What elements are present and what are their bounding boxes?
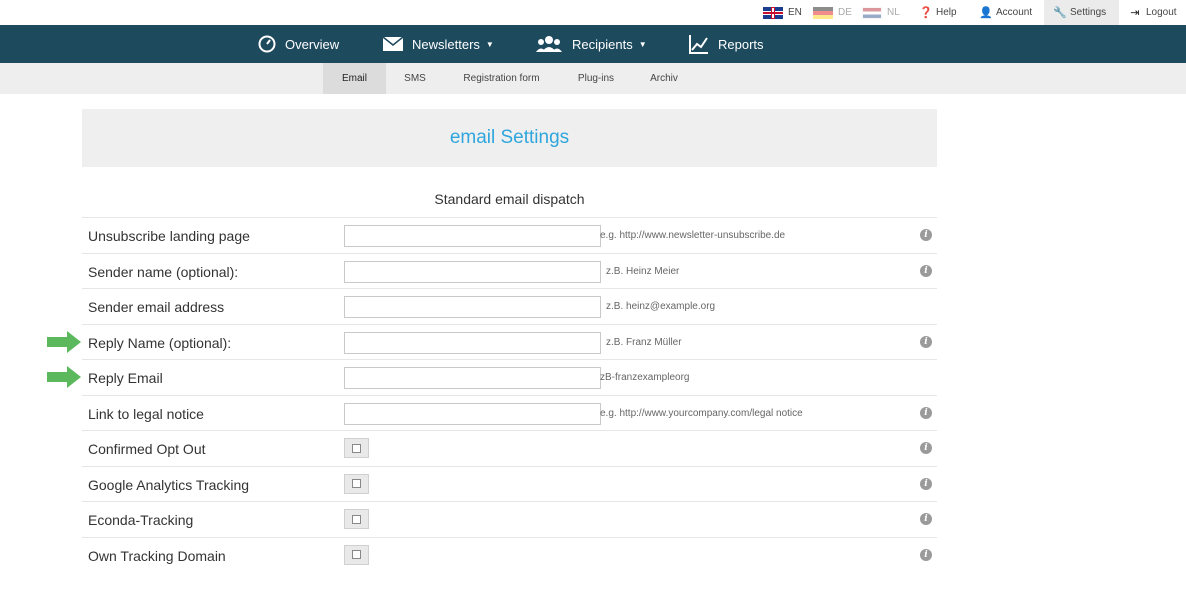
chevron-down-icon: ▼ bbox=[638, 39, 647, 49]
tab-archiv[interactable]: Archiv bbox=[636, 63, 692, 94]
sub-navigation: Email SMS Registration form Plug-ins Arc… bbox=[0, 63, 1186, 94]
form-row-sender-name: Sender name (optional): z.B. Heinz Meier… bbox=[82, 252, 937, 289]
field-label: Reply Name (optional): bbox=[88, 334, 232, 351]
language-en-label: EN bbox=[788, 7, 802, 18]
econda-tracking-checkbox[interactable] bbox=[344, 509, 369, 529]
field-label: Unsubscribe landing page bbox=[88, 228, 250, 244]
field-hint: zB-franzexampleorg bbox=[600, 372, 690, 383]
tab-sms[interactable]: SMS bbox=[390, 63, 440, 94]
info-icon[interactable]: i bbox=[920, 229, 932, 241]
logout-link[interactable]: ⇥ Logout bbox=[1129, 0, 1177, 25]
nav-newsletters-label: Newsletters bbox=[412, 36, 480, 52]
field-label: Reply Email bbox=[88, 370, 163, 386]
nav-reports[interactable]: Reports bbox=[689, 25, 764, 63]
info-icon[interactable]: i bbox=[920, 406, 932, 419]
form-row-reply-email: Reply Email zB-franzexampleorg bbox=[82, 359, 937, 395]
language-nl-label: NL bbox=[887, 7, 900, 18]
settings-link[interactable]: 🔧 Settings bbox=[1044, 0, 1119, 25]
info-icon[interactable]: i bbox=[920, 513, 932, 525]
form-row-sender-email: Sender email address z.B. heinz@example.… bbox=[82, 288, 937, 324]
sender-name-input[interactable] bbox=[344, 260, 601, 283]
unsubscribe-landing-page-input[interactable] bbox=[344, 225, 601, 247]
user-icon: 👤 bbox=[979, 7, 993, 19]
form-row-own-tracking-domain: Own Tracking Domain i bbox=[82, 536, 937, 573]
nav-overview-label: Overview bbox=[285, 36, 340, 52]
legal-notice-input[interactable] bbox=[344, 402, 601, 425]
account-label: Account bbox=[996, 7, 1033, 18]
reply-email-input[interactable] bbox=[344, 367, 601, 389]
field-label: Confirmed Opt Out bbox=[88, 441, 206, 457]
info-icon[interactable]: i bbox=[920, 442, 932, 454]
language-de-label: DE bbox=[838, 7, 852, 18]
nav-recipients-label: Recipients bbox=[572, 36, 633, 52]
field-hint: e.g. http://www.newsletter-unsubscribe.d… bbox=[600, 230, 786, 241]
settings-label: Settings bbox=[1070, 7, 1107, 18]
confirmed-opt-out-checkbox[interactable] bbox=[344, 438, 369, 458]
chevron-down-icon: ▼ bbox=[485, 39, 494, 49]
field-hint: z.B. Franz Müller bbox=[606, 336, 682, 348]
settings-form: Unsubscribe landing page e.g. http://www… bbox=[82, 217, 937, 572]
reply-name-input[interactable] bbox=[344, 331, 601, 354]
form-row-econda-tracking: Econda-Tracking i bbox=[82, 501, 937, 537]
wrench-icon: 🔧 bbox=[1053, 7, 1067, 19]
envelope-icon bbox=[383, 37, 403, 51]
field-label: Sender name (optional): bbox=[88, 263, 239, 280]
info-icon[interactable]: i bbox=[920, 335, 932, 348]
chart-icon bbox=[689, 35, 708, 54]
info-icon[interactable]: i bbox=[920, 477, 932, 490]
nav-newsletters[interactable]: Newsletters ▼ bbox=[383, 25, 494, 63]
page-header-panel: email Settings bbox=[82, 109, 937, 167]
form-row-legal-notice: Link to legal notice e.g. http://www.you… bbox=[82, 394, 937, 431]
form-row-confirmed-opt-out: Confirmed Opt Out i bbox=[82, 430, 937, 466]
google-analytics-checkbox[interactable] bbox=[344, 473, 369, 494]
form-row-unsubscribe: Unsubscribe landing page e.g. http://www… bbox=[82, 217, 937, 253]
tab-email[interactable]: Email bbox=[323, 63, 386, 94]
field-label: Google Analytics Tracking bbox=[88, 476, 250, 493]
germany-flag-icon bbox=[813, 6, 833, 19]
sender-email-input[interactable] bbox=[344, 296, 601, 318]
form-row-reply-name: Reply Name (optional): z.B. Franz Müller… bbox=[82, 323, 937, 360]
field-hint: z.B. Heinz Meier bbox=[606, 265, 680, 277]
language-de[interactable]: DE bbox=[813, 0, 852, 25]
nav-recipients[interactable]: Recipients ▼ bbox=[535, 25, 647, 63]
field-hint: e.g. http://www.yourcompany.com/legal no… bbox=[600, 407, 803, 419]
field-label: Own Tracking Domain bbox=[88, 547, 226, 564]
account-link[interactable]: 👤 Account bbox=[979, 0, 1032, 25]
field-label: Link to legal notice bbox=[88, 405, 204, 422]
info-icon[interactable]: i bbox=[920, 264, 932, 277]
arrow-right-icon bbox=[47, 366, 81, 388]
language-en[interactable]: EN bbox=[763, 0, 802, 25]
info-icon[interactable]: i bbox=[920, 548, 932, 561]
tab-plug-ins[interactable]: Plug-ins bbox=[565, 63, 627, 94]
own-tracking-domain-checkbox[interactable] bbox=[344, 544, 369, 565]
section-title: Standard email dispatch bbox=[434, 191, 585, 207]
language-nl[interactable]: NL bbox=[862, 0, 900, 25]
top-utility-bar: EN DE NL ❓ Help 👤 Account 🔧 Settings ⇥ L… bbox=[0, 0, 1186, 25]
uk-flag-icon bbox=[763, 6, 783, 19]
field-hint: z.B. heinz@example.org bbox=[606, 301, 716, 312]
speedometer-icon bbox=[258, 35, 276, 53]
page-title: email Settings bbox=[449, 127, 570, 148]
field-label: Econda-Tracking bbox=[88, 512, 194, 528]
nav-overview[interactable]: Overview bbox=[258, 25, 339, 63]
tab-registration-form[interactable]: Registration form bbox=[450, 63, 553, 94]
users-icon bbox=[536, 36, 562, 52]
logout-label: Logout bbox=[1146, 7, 1177, 18]
arrow-right-icon bbox=[47, 331, 81, 353]
logout-icon: ⇥ bbox=[1130, 7, 1140, 19]
nav-reports-label: Reports bbox=[718, 36, 764, 52]
help-link[interactable]: ❓ Help bbox=[919, 0, 957, 25]
main-navigation: Overview Newsletters ▼ Recipients ▼ Repo… bbox=[0, 25, 1186, 63]
form-row-google-analytics: Google Analytics Tracking i bbox=[82, 465, 937, 502]
help-label: Help bbox=[936, 7, 957, 18]
netherlands-flag-icon bbox=[862, 6, 882, 19]
field-label: Sender email address bbox=[88, 299, 225, 315]
help-icon: ❓ bbox=[919, 7, 933, 19]
